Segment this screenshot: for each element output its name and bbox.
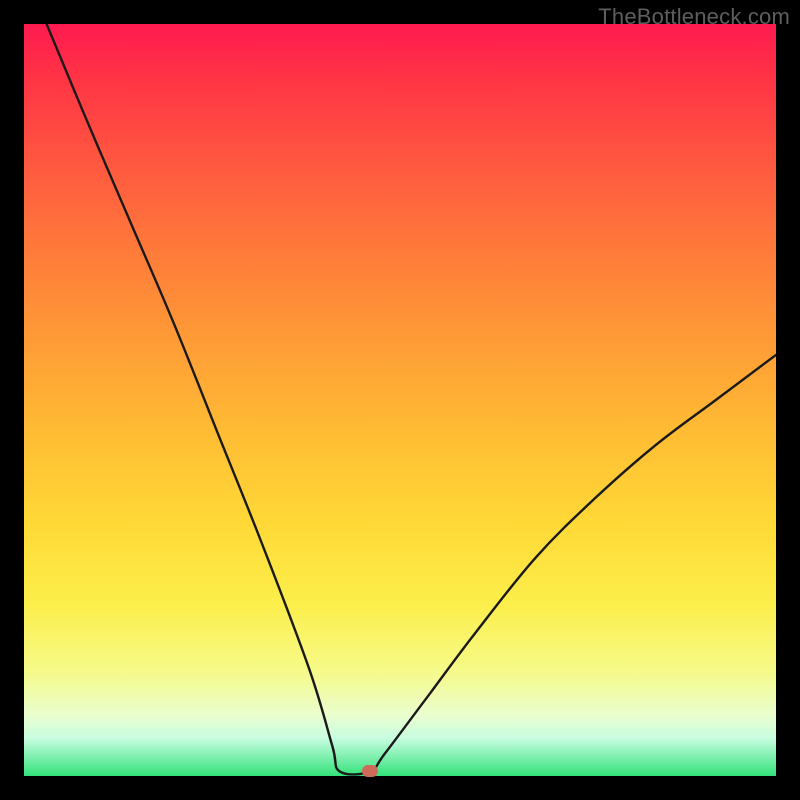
watermark-text: TheBottleneck.com: [598, 4, 790, 30]
curve-svg: [24, 24, 776, 776]
chart-plot-area: [24, 24, 776, 776]
optimal-point-marker: [362, 765, 378, 777]
bottleneck-curve: [47, 24, 776, 774]
